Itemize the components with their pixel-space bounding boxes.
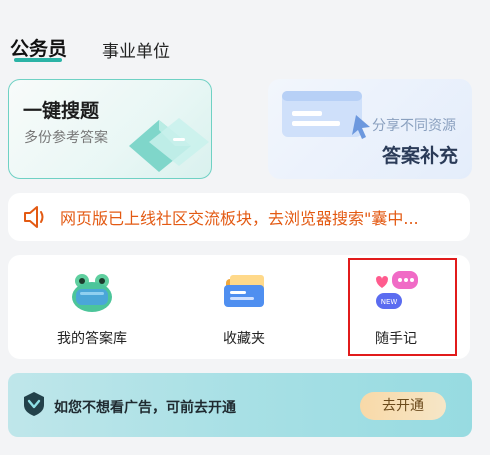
top-tabs: 公务员 事业单位: [0, 0, 490, 70]
supplement-card-subtitle: 分享不同资源: [372, 118, 456, 134]
gem-icon: [129, 118, 209, 172]
search-card-subtitle: 多份参考答案: [24, 130, 108, 146]
tab-public-institution[interactable]: 事业单位: [102, 37, 170, 62]
quick-link-answer-library[interactable]: 我的答案库: [32, 255, 152, 359]
answer-library-label: 我的答案库: [57, 331, 127, 347]
activate-button[interactable]: 去开通: [360, 392, 446, 420]
browser-window-icon: [282, 91, 370, 139]
selection-highlight-box: [348, 258, 457, 356]
search-card-title: 一键搜题: [23, 100, 100, 122]
notice-text: 网页版已上线社区交流板块，去浏览器搜索"囊中...: [60, 209, 419, 228]
speaker-icon: [24, 206, 44, 228]
favorites-label: 收藏夹: [223, 331, 265, 347]
one-click-search-card[interactable]: 一键搜题 多份参考答案: [8, 79, 212, 179]
frog-mascot-icon: [72, 274, 112, 312]
ad-free-text: 如您不想看广告，可前去开通: [54, 400, 236, 416]
ad-free-banner[interactable]: 如您不想看广告，可前去开通 去开通: [8, 373, 472, 437]
notice-bar[interactable]: 网页版已上线社区交流板块，去浏览器搜索"囊中...: [8, 193, 470, 241]
supplement-card-title: 答案补充: [381, 145, 458, 167]
vip-badge-icon: [24, 392, 44, 416]
tab-civil-servant[interactable]: 公务员: [10, 34, 67, 61]
active-tab-indicator: [14, 58, 62, 62]
quick-link-favorites[interactable]: 收藏夹: [184, 255, 304, 359]
answer-supplement-card[interactable]: 分享不同资源 答案补充: [268, 79, 472, 179]
folder-icon: [224, 275, 264, 307]
